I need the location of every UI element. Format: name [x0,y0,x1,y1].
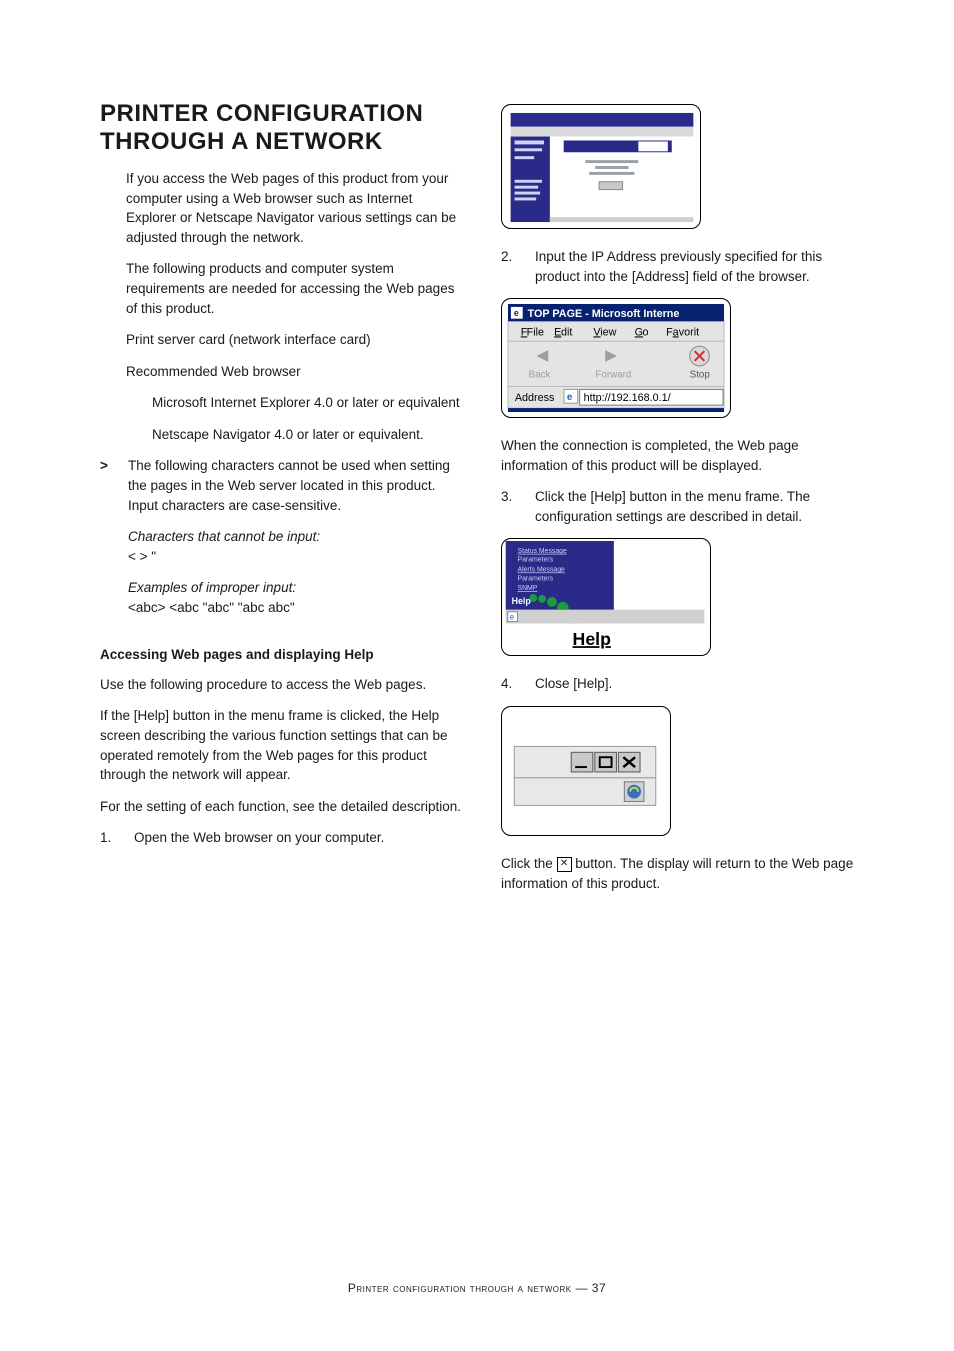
svg-text:dit: dit [561,327,572,339]
note-examples-label: Examples of improper input: [128,580,296,595]
figure-close-window [501,706,671,836]
access-p1: Use the following procedure to access th… [100,675,461,695]
svg-text:Back: Back [529,370,551,381]
svg-text:e: e [510,613,515,622]
close-para-a: Click the [501,856,557,871]
req-card: Print server card (network interface car… [126,330,461,350]
step2-number: 2. [501,247,521,286]
accessing-heading: Accessing Web pages and displaying Help [100,645,461,665]
svg-text:Address: Address [515,392,555,404]
page-footer: Printer configuration through a network … [0,1280,954,1297]
svg-text:o: o [643,327,649,339]
svg-text:e: e [567,392,573,403]
figure-browser-toolbar: e TOP PAGE - Microsoft Interne F File E … [501,298,731,418]
address-url: http://192.168.0.1/ [584,392,671,404]
access-p3: For the setting of each function, see th… [100,797,461,817]
figure-browser-config [501,104,701,229]
svg-text:Status Message: Status Message [518,548,567,555]
step1-number: 1. [100,828,120,848]
step1-text: Open the Web browser on your computer. [134,828,461,848]
note-chars: < > " [128,549,156,564]
req-ie: Microsoft Internet Explorer 4.0 or later… [152,393,461,413]
svg-text:Parameters: Parameters [518,576,554,583]
svg-text:Favorit: Favorit [666,327,699,339]
window-controls-icon [571,752,640,772]
access-p2: If the [Help] button in the menu frame i… [100,706,461,784]
svg-text:File: File [527,327,544,339]
svg-text:Stop: Stop [690,370,711,381]
svg-text:Forward: Forward [595,370,631,381]
note-examples: <abc> <abc "abc" "abc abc" [128,600,295,615]
req-browser: Recommended Web browser [126,362,461,382]
svg-text:Parameters: Parameters [518,557,554,564]
svg-text:Help: Help [512,596,532,606]
svg-text:iew: iew [600,327,616,339]
svg-text:Alerts Message: Alerts Message [518,567,566,574]
after-connection: When the connection is completed, the We… [501,436,862,475]
svg-text:SNMP: SNMP [518,585,538,592]
browser-title: TOP PAGE - Microsoft Interne [528,308,680,320]
intro-para: If you access the Web pages of this prod… [126,169,461,247]
close-help-para: Click the ✕ button. The display will ret… [501,854,862,893]
step3-text: Click the [Help] button in the menu fram… [535,487,862,526]
svg-text:e: e [514,308,519,318]
req-netscape: Netscape Navigator 4.0 or later or equiv… [152,425,461,445]
note-examples-block: Examples of improper input: <abc> <abc "… [128,578,461,617]
step4-number: 4. [501,674,521,694]
figure-help-button: Status Message Parameters Alerts Message… [501,538,711,656]
note-row: > The following characters cannot be use… [100,456,461,629]
help-label: Help [573,630,612,650]
req-lead: The following products and computer syst… [126,259,461,318]
step3-number: 3. [501,487,521,526]
note-chars-block: Characters that cannot be input: < > " [128,527,461,566]
close-icon: ✕ [557,857,572,872]
note-text: The following characters cannot be used … [128,456,461,515]
page-title: PRINTER CONFIGURATION THROUGH A NETWORK [100,100,461,155]
note-chars-label: Characters that cannot be input: [128,529,320,544]
note-bullet-icon: > [100,456,114,629]
step4-text: Close [Help]. [535,674,862,694]
step2-text: Input the IP Address previously specifie… [535,247,862,286]
